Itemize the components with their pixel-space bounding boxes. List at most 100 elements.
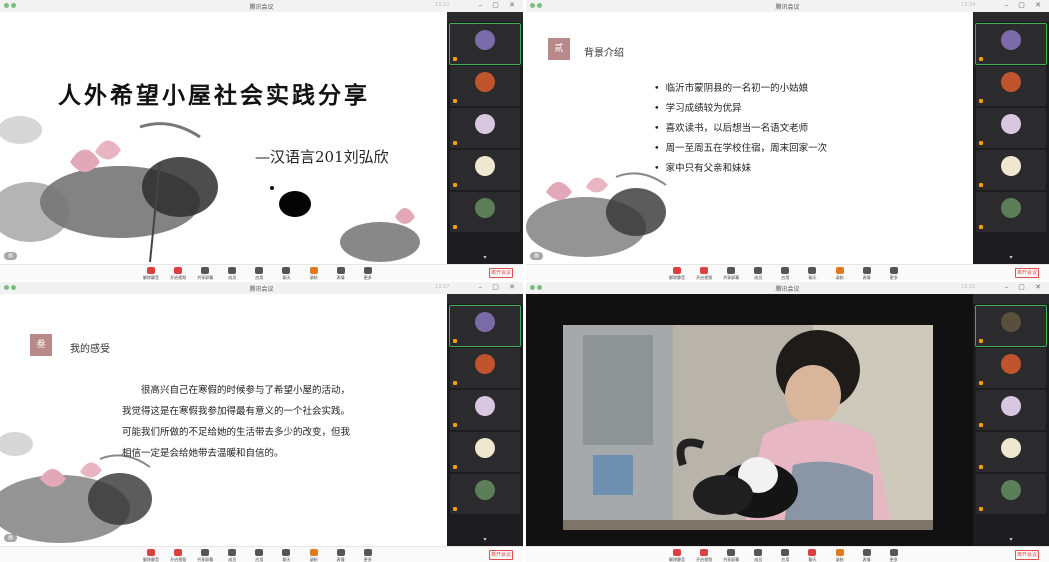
more-button[interactable]: 更多 xyxy=(357,548,379,562)
record-button[interactable]: 录制 xyxy=(829,266,851,280)
participant-tile[interactable] xyxy=(976,432,1046,472)
clock: 13:31 xyxy=(961,284,976,290)
participant-tile[interactable] xyxy=(450,66,520,106)
more-button[interactable]: 更多 xyxy=(883,548,905,562)
chat-button[interactable]: 聊天 xyxy=(801,548,823,562)
mute-button[interactable]: 解除静音 xyxy=(666,548,688,562)
leave-meeting-button[interactable]: 离开会议 xyxy=(489,268,513,278)
leave-meeting-button[interactable]: 离开会议 xyxy=(1015,550,1039,560)
participant-tile[interactable] xyxy=(976,192,1046,232)
participant-tile[interactable] xyxy=(450,150,520,190)
list-item: 家中只有父亲和妹妹 xyxy=(654,160,827,180)
share-screen-button[interactable]: 共享屏幕 xyxy=(194,548,216,562)
participant-tile[interactable] xyxy=(976,66,1046,106)
window-controls[interactable]: – ▢ ✕ xyxy=(479,283,519,291)
participant-tile[interactable] xyxy=(450,192,520,232)
apps-icon xyxy=(781,549,790,556)
share-screen-button[interactable]: 共享屏幕 xyxy=(720,548,742,562)
apps-button[interactable]: 应用 xyxy=(248,548,270,562)
reaction-button[interactable]: 表情 xyxy=(330,548,352,562)
participant-tile[interactable] xyxy=(976,348,1046,388)
apps-button[interactable]: 应用 xyxy=(774,266,796,280)
participant-sidebar: 13:22 ▾ xyxy=(435,2,523,264)
mic-icon xyxy=(979,338,983,343)
window-controls[interactable]: – ▢ ✕ xyxy=(1005,283,1045,291)
expand-down-icon[interactable]: ▾ xyxy=(447,254,523,264)
mute-button[interactable]: 解除静音 xyxy=(140,266,162,280)
expand-down-icon[interactable]: ▾ xyxy=(973,536,1049,546)
toolbar-buttons: 解除静音 开启视频 共享屏幕 成员 应用 聊天 录制 表情 更多 xyxy=(140,548,379,562)
participant-sidebar: 13:27 ▾ xyxy=(435,284,523,546)
members-button[interactable]: 成员 xyxy=(221,266,243,280)
share-screen-button[interactable]: 共享屏幕 xyxy=(194,266,216,280)
shared-video[interactable] xyxy=(563,325,933,530)
leave-meeting-button[interactable]: 离开会议 xyxy=(489,550,513,560)
participant-tile[interactable] xyxy=(449,23,521,65)
participant-tile[interactable] xyxy=(975,305,1047,347)
more-button[interactable]: 更多 xyxy=(357,266,379,280)
avatar xyxy=(1001,30,1021,50)
list-item: 喜欢读书，以后想当一名语文老师 xyxy=(654,120,827,140)
record-button[interactable]: 录制 xyxy=(303,266,325,280)
participant-tile[interactable] xyxy=(975,23,1047,65)
members-button[interactable]: 成员 xyxy=(221,548,243,562)
meeting-window-3: 腾讯会议 – ▢ ✕ 叁 我的感受 很高兴自己在寒假的时候参与了希望小屋的活动，… xyxy=(0,282,523,562)
avatar xyxy=(475,198,495,218)
avatar xyxy=(1001,72,1021,92)
view-mode-button[interactable]: 画 xyxy=(530,252,544,260)
video-button[interactable]: 开启视频 xyxy=(693,266,715,280)
participant-name xyxy=(453,422,459,429)
microphone-icon xyxy=(147,267,155,274)
share-screen-button[interactable]: 共享屏幕 xyxy=(720,266,742,280)
participant-tile[interactable] xyxy=(976,390,1046,430)
participant-tile[interactable] xyxy=(450,390,520,430)
emoji-icon xyxy=(336,549,345,556)
more-button[interactable]: 更多 xyxy=(883,266,905,280)
shared-screen xyxy=(526,294,973,546)
members-button[interactable]: 成员 xyxy=(747,548,769,562)
participant-tile[interactable] xyxy=(450,108,520,148)
expand-down-icon[interactable]: ▾ xyxy=(447,536,523,546)
shared-screen: 叁 我的感受 很高兴自己在寒假的时候参与了希望小屋的活动，我觉得这是在寒假我参加… xyxy=(0,294,447,546)
record-button[interactable]: 录制 xyxy=(829,548,851,562)
mute-button[interactable]: 解除静音 xyxy=(666,266,688,280)
chat-button[interactable]: 聊天 xyxy=(275,548,297,562)
view-mode-button[interactable]: 画 xyxy=(4,534,18,542)
avatar xyxy=(1001,114,1021,134)
reaction-button[interactable]: 表情 xyxy=(856,266,878,280)
participant-tile[interactable] xyxy=(976,108,1046,148)
leave-meeting-button[interactable]: 离开会议 xyxy=(1015,268,1039,278)
clock: 13:24 xyxy=(961,2,976,8)
mic-icon xyxy=(453,56,457,61)
participant-name xyxy=(453,98,459,105)
reaction-button[interactable]: 表情 xyxy=(856,548,878,562)
participant-tile[interactable] xyxy=(450,474,520,514)
mic-icon xyxy=(453,224,457,229)
avatar xyxy=(475,30,495,50)
record-button[interactable]: 录制 xyxy=(303,548,325,562)
meeting-grid: 腾讯会议 – ▢ ✕ 人外希望小屋社会实践分享 —汉语言201刘弘欣 画 13:… xyxy=(0,0,1049,562)
reaction-button[interactable]: 表情 xyxy=(330,266,352,280)
video-button[interactable]: 开启视频 xyxy=(167,548,189,562)
window-controls[interactable]: – ▢ ✕ xyxy=(479,1,519,9)
view-mode-button[interactable]: 画 xyxy=(4,252,18,260)
mute-button[interactable]: 解除静音 xyxy=(140,548,162,562)
video-button[interactable]: 开启视频 xyxy=(693,548,715,562)
members-button[interactable]: 成员 xyxy=(747,266,769,280)
participant-tile[interactable] xyxy=(976,150,1046,190)
participant-tile[interactable] xyxy=(450,348,520,388)
expand-down-icon[interactable]: ▾ xyxy=(973,254,1049,264)
mic-icon xyxy=(979,98,983,103)
apps-button[interactable]: 应用 xyxy=(248,266,270,280)
window-controls[interactable]: – ▢ ✕ xyxy=(1005,1,1045,9)
participant-tile[interactable] xyxy=(976,474,1046,514)
video-button[interactable]: 开启视频 xyxy=(167,266,189,280)
mic-icon xyxy=(453,506,457,511)
clock: 13:27 xyxy=(435,284,450,290)
screen-share-icon xyxy=(201,549,210,556)
apps-button[interactable]: 应用 xyxy=(774,548,796,562)
participant-tile[interactable] xyxy=(450,432,520,472)
participant-tile[interactable] xyxy=(449,305,521,347)
chat-button[interactable]: 聊天 xyxy=(801,266,823,280)
chat-button[interactable]: 聊天 xyxy=(275,266,297,280)
